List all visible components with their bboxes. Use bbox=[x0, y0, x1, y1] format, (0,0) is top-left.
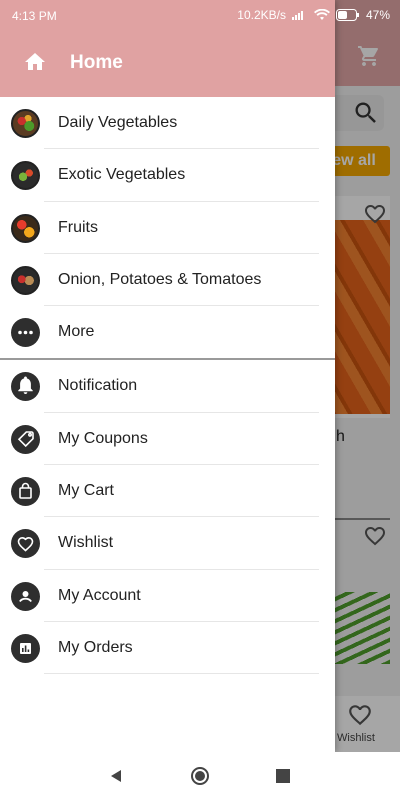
menu-item-label: Onion, Potatoes & Tomatoes bbox=[58, 270, 262, 288]
menu-item-label: Daily Vegetables bbox=[58, 114, 178, 131]
signal-icon bbox=[291, 11, 303, 20]
menu-item-label: My Orders bbox=[58, 638, 133, 656]
menu-item-label: My Account bbox=[58, 586, 141, 604]
heart-icon bbox=[11, 529, 40, 559]
battery-icon bbox=[335, 9, 359, 21]
back-icon[interactable] bbox=[108, 768, 124, 784]
bell-icon bbox=[11, 372, 40, 402]
menu-item-more[interactable]: More bbox=[0, 306, 335, 358]
menu-item-exotic-vegetables[interactable]: Exotic Vegetables bbox=[0, 149, 335, 202]
menu-item-my-orders[interactable]: My Orders bbox=[0, 622, 335, 675]
menu-item-label: My Cart bbox=[58, 482, 114, 500]
status-bar: 4:13 PM 10.2KB/s 47% bbox=[0, 0, 400, 30]
network-speed: 10.2KB/s bbox=[237, 8, 286, 22]
menu-item-my-cart[interactable]: My Cart bbox=[0, 465, 335, 518]
onion-potatoes-tomatoes-thumbnail-icon bbox=[11, 265, 40, 295]
drawer-title[interactable]: Home bbox=[70, 52, 123, 74]
menu-item-wishlist[interactable]: Wishlist bbox=[0, 517, 335, 570]
system-navigation-bar bbox=[0, 752, 400, 800]
menu-item-label: My Coupons bbox=[58, 429, 148, 447]
menu-item-daily-vegetables[interactable]: Daily Vegetables bbox=[0, 97, 335, 150]
menu-item-notification[interactable]: Notification bbox=[0, 360, 335, 413]
account-icon bbox=[11, 581, 40, 611]
status-time: 4:13 PM bbox=[12, 9, 57, 23]
vegetables-thumbnail-icon bbox=[11, 109, 40, 138]
menu-item-my-account[interactable]: My Account bbox=[0, 570, 335, 622]
navigation-drawer: Home Daily Vegetables Exotic Vegetables … bbox=[0, 0, 335, 752]
drawer-menu: Daily Vegetables Exotic Vegetables Fruit… bbox=[0, 97, 335, 675]
divider bbox=[44, 673, 319, 675]
menu-item-label: Exotic Vegetables bbox=[58, 166, 186, 184]
more-dots-icon bbox=[11, 318, 40, 348]
fruits-thumbnail-icon bbox=[11, 213, 40, 243]
coupon-tag-icon bbox=[11, 424, 40, 454]
menu-item-label: Fruits bbox=[58, 218, 98, 236]
menu-item-my-coupons[interactable]: My Coupons bbox=[0, 413, 335, 466]
menu-item-label: Notification bbox=[58, 377, 138, 395]
orders-chart-icon bbox=[11, 633, 40, 663]
menu-item-label: More bbox=[58, 323, 95, 341]
wifi-icon bbox=[313, 9, 330, 20]
menu-item-fruits[interactable]: Fruits bbox=[0, 202, 335, 254]
menu-item-onion-potatoes-tomatoes[interactable]: Onion, Potatoes & Tomatoes bbox=[0, 254, 335, 307]
status-indicators: 10.2KB/s 47% bbox=[237, 8, 390, 22]
shopping-bag-icon bbox=[11, 477, 40, 507]
home-icon bbox=[25, 53, 45, 70]
battery-level: 47% bbox=[365, 8, 390, 22]
menu-item-label: Wishlist bbox=[58, 534, 114, 552]
recent-apps-icon[interactable] bbox=[276, 769, 290, 783]
home-button-icon[interactable] bbox=[190, 766, 210, 786]
exotic-vegetables-thumbnail-icon bbox=[11, 161, 40, 191]
